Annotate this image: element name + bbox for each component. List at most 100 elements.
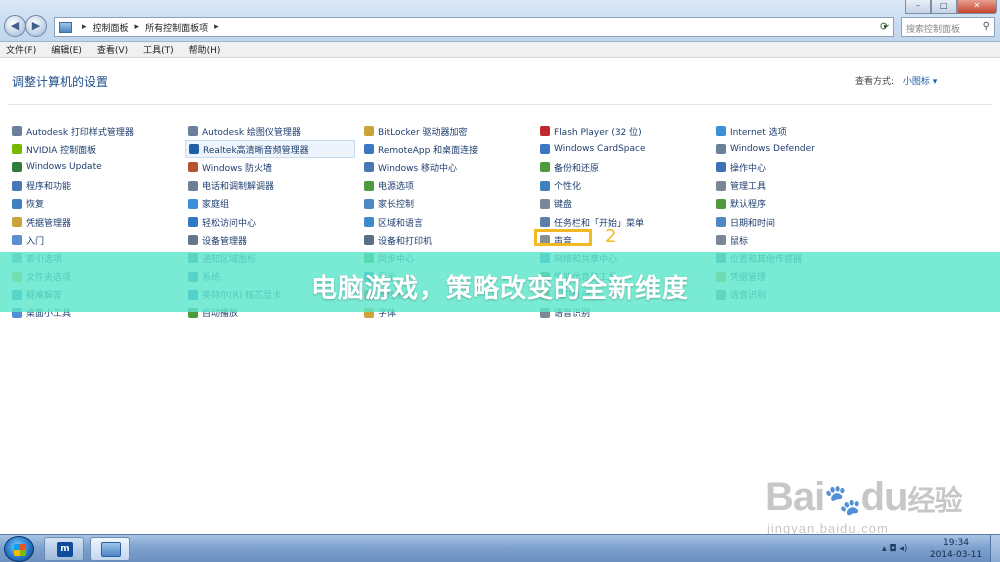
forward-button[interactable]: ▶ (25, 15, 47, 37)
control-panel-item-label: 鼠标 (730, 236, 749, 247)
control-panel-item-label: 恢复 (26, 200, 45, 211)
control-panel-item[interactable]: Autodesk 绘图仪管理器 (188, 122, 360, 140)
recovery-icon (12, 198, 22, 209)
printer-style-icon (12, 126, 22, 137)
control-panel-item[interactable]: 设备和打印机 (364, 231, 536, 249)
control-panel-item[interactable]: Flash Player (32 位) (540, 122, 712, 140)
control-panel-item[interactable]: Windows 移动中心 (364, 158, 536, 176)
control-panel-item[interactable]: 电源选项 (364, 177, 536, 195)
view-by-dropdown[interactable]: 小图标 ▾ (903, 77, 937, 87)
address-bar[interactable]: ▸ 控制面板 ▸ 所有控制面板项 ▸ ▾ (54, 17, 894, 37)
control-panel-item-label: 电话和调制解调器 (202, 182, 275, 193)
control-panel-item[interactable]: 个性化 (540, 177, 712, 195)
tray-arrow-icon[interactable]: ▴ (882, 544, 887, 554)
minimize-button[interactable]: – (905, 0, 931, 14)
control-panel-item-label: BitLocker 驱动器加密 (378, 127, 468, 138)
menu-tools[interactable]: 工具(T) (143, 43, 174, 56)
taskbar-app-maxthon[interactable]: m (44, 537, 84, 561)
control-panel-app-icon (101, 542, 121, 557)
control-panel-item[interactable]: 程序和功能 (12, 177, 184, 195)
refresh-icon[interactable]: ⟳ (880, 20, 889, 33)
windows-logo-icon (14, 544, 26, 556)
control-panel-item[interactable]: 家长控制 (364, 195, 536, 213)
watermark-logo: Bai🐾du经验 (765, 475, 963, 520)
internet-options-icon (716, 126, 726, 137)
taskbar-app-control-panel[interactable] (90, 537, 130, 561)
control-panel-item[interactable]: 电话和调制解调器 (188, 177, 360, 195)
close-button[interactable]: ✕ (956, 0, 997, 14)
control-panel-item-label: 个性化 (554, 182, 582, 193)
system-tray[interactable]: ▴ ◘ ◂) (882, 544, 907, 554)
breadcrumb-all-items[interactable]: 所有控制面板项 (145, 21, 208, 34)
control-panel-item[interactable]: Windows CardSpace (540, 140, 712, 158)
view-by-label: 查看方式: (855, 77, 895, 87)
control-panel-item-label: Windows Update (26, 162, 102, 173)
control-panel-item[interactable]: 恢复 (12, 195, 184, 213)
parental-controls-icon (364, 198, 374, 209)
banner-title: 电脑游戏，策略改变的全新维度 (310, 274, 689, 304)
control-panel-item[interactable]: Windows Defender (716, 140, 888, 158)
back-arrow-icon: ◀ (10, 19, 20, 32)
control-panel-item[interactable]: 备份和还原 (540, 158, 712, 176)
control-panel-item[interactable]: 凭据管理器 (12, 213, 184, 231)
network-tray-icon[interactable]: ◘ (889, 544, 896, 554)
control-panel-item-label: 设备管理器 (202, 236, 248, 247)
control-panel-item-label: 区域和语言 (378, 218, 424, 229)
title-bar: ◀ ▶ ▸ 控制面板 ▸ 所有控制面板项 ▸ ▾ ⟳ 搜索控制面板 ⚲ – □ … (0, 0, 1000, 42)
search-input[interactable]: 搜索控制面板 ⚲ (901, 17, 995, 37)
clock-date: 2014-03-11 (929, 550, 983, 560)
volume-tray-icon[interactable]: ◂) (899, 544, 907, 554)
taskbar-icon (540, 217, 550, 228)
show-desktop-button[interactable] (990, 535, 1000, 562)
default-programs-icon (716, 198, 726, 209)
control-panel-item[interactable]: 日期和时间 (716, 213, 888, 231)
remoteapp-icon (364, 144, 374, 155)
control-panel-item[interactable]: 操作中心 (716, 158, 888, 176)
menu-view[interactable]: 查看(V) (97, 43, 128, 56)
annotation-number: 2 (605, 226, 617, 247)
plotter-icon (188, 126, 198, 137)
window-controls: – □ ✕ (905, 0, 997, 16)
control-panel-item[interactable]: 鼠标 (716, 231, 888, 249)
control-panel-item[interactable]: BitLocker 驱动器加密 (364, 122, 536, 140)
control-panel-item-label: Windows 移动中心 (378, 163, 458, 174)
windows-update-icon (12, 162, 22, 173)
device-manager-icon (188, 235, 198, 246)
control-panel-item[interactable]: 区域和语言 (364, 213, 536, 231)
control-panel-item[interactable]: Windows 防火墙 (188, 158, 360, 176)
control-panel-item[interactable]: RemoteApp 和桌面连接 (364, 140, 536, 158)
search-placeholder: 搜索控制面板 (906, 25, 961, 35)
control-panel-item[interactable]: Windows Update (12, 158, 184, 176)
control-panel-item[interactable]: Realtek高清晰音频管理器 (185, 140, 355, 159)
control-panel-item[interactable]: 入门 (12, 231, 184, 249)
maximize-button[interactable]: □ (930, 0, 957, 14)
control-panel-item[interactable]: 家庭组 (188, 195, 360, 213)
control-panel-item[interactable]: Autodesk 打印样式管理器 (12, 122, 184, 140)
control-panel-item[interactable]: 轻松访问中心 (188, 213, 360, 231)
defender-icon (716, 144, 726, 155)
control-panel-item[interactable]: NVIDIA 控制面板 (12, 140, 184, 158)
control-panel-item-label: RemoteApp 和桌面连接 (378, 145, 479, 156)
control-panel-item-label: 备份和还原 (554, 163, 600, 174)
control-panel-item-label: Internet 选项 (730, 127, 787, 138)
personalization-icon (540, 180, 550, 191)
menu-help[interactable]: 帮助(H) (189, 43, 221, 56)
control-panel-item[interactable]: 键盘 (540, 195, 712, 213)
control-panel-item[interactable]: 设备管理器 (188, 231, 360, 249)
back-button[interactable]: ◀ (4, 15, 26, 37)
control-panel-item-label: 设备和打印机 (378, 236, 433, 247)
control-panel-item-label: 家长控制 (378, 200, 415, 211)
control-panel-item[interactable]: Internet 选项 (716, 122, 888, 140)
breadcrumb-control-panel[interactable]: 控制面板 (93, 21, 129, 34)
annotation-highlight-box (534, 229, 592, 246)
control-panel-item[interactable]: 默认程序 (716, 195, 888, 213)
start-button[interactable] (4, 536, 34, 562)
clock[interactable]: 19:34 2014-03-11 (928, 537, 984, 561)
search-icon[interactable]: ⚲ (983, 21, 990, 32)
admin-tools-icon (716, 180, 726, 191)
divider (8, 104, 992, 105)
firewall-icon (188, 162, 198, 173)
menu-edit[interactable]: 编辑(E) (51, 43, 82, 56)
menu-file[interactable]: 文件(F) (6, 43, 36, 56)
control-panel-item[interactable]: 管理工具 (716, 177, 888, 195)
